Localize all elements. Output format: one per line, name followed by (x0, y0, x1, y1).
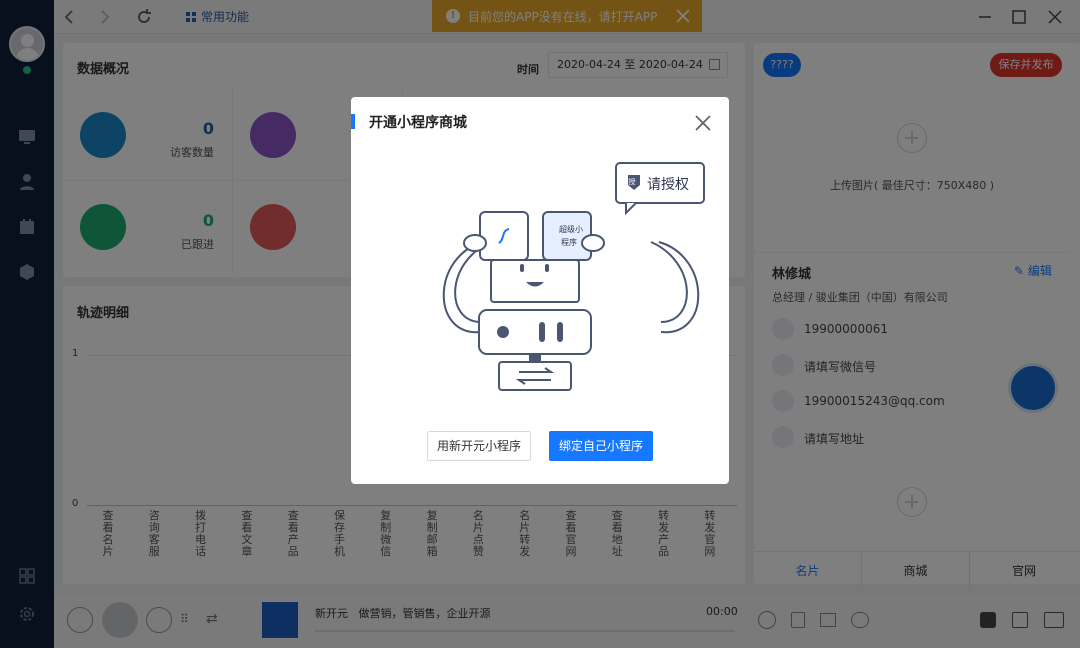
dialog-title: 开通小程序商城 (369, 115, 467, 131)
title-accent-bar (351, 114, 355, 129)
use-xinkaiyuan-mini-program-button[interactable]: 用新开元小程序 (427, 431, 531, 461)
bubble-badge: 授 (629, 177, 636, 186)
open-mini-program-mall-dialog: 开通小程序商城 授 请授权 超级小 程序 用新开元小程序 绑定自己小程序 (351, 97, 729, 484)
piece-text-1: 超级小 (559, 224, 583, 234)
robot-authorize-illustration: 授 请授权 超级小 程序 (442, 162, 705, 391)
piece-text-2: 程序 (561, 237, 577, 247)
bubble-text: 请授权 (647, 177, 689, 193)
close-icon[interactable] (693, 113, 713, 133)
bind-own-mini-program-button[interactable]: 绑定自己小程序 (549, 431, 653, 461)
